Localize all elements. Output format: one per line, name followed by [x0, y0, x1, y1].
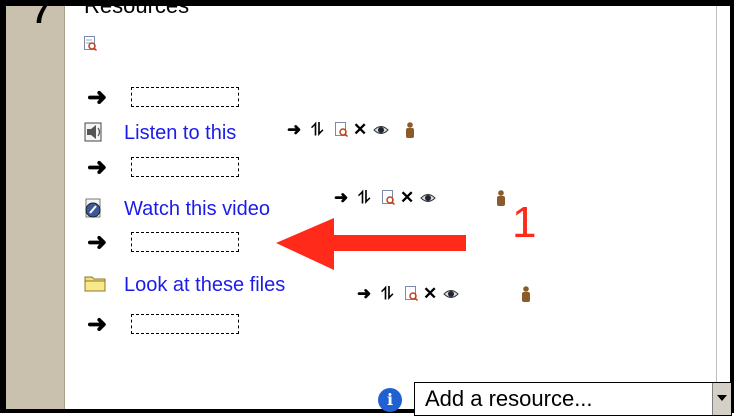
course-section-frame: 7 Resources ➜ ➜ ➜ ➜ Listen to this ➜ ⥮ ✕… — [0, 0, 734, 416]
resource-link-video[interactable]: Watch this video — [124, 198, 270, 221]
edit-icon[interactable] — [382, 190, 395, 205]
section-number-column: 7 — [6, 0, 65, 409]
move-target-row[interactable]: ➜ — [87, 231, 247, 255]
visibility-eye-icon[interactable] — [420, 191, 436, 205]
group-mode-person-icon[interactable] — [496, 190, 506, 206]
delete-icon[interactable]: ✕ — [353, 120, 367, 140]
move-here-arrow-icon: ➜ — [87, 311, 108, 338]
move-updown-icon[interactable]: ⥮ — [311, 120, 323, 140]
add-resource-select[interactable]: Add a resource... — [414, 382, 732, 416]
section-title: Resources — [84, 0, 190, 18]
move-target-box[interactable] — [131, 232, 239, 252]
audio-icon — [84, 122, 102, 142]
move-target-row[interactable]: ➜ — [87, 86, 247, 110]
move-here-arrow-icon: ➜ — [87, 154, 108, 181]
move-target-box[interactable] — [131, 157, 239, 177]
resource-edit-tools: ➜ ⥮ ✕ — [357, 284, 547, 304]
move-target-box[interactable] — [131, 87, 239, 107]
move-here-arrow-icon: ➜ — [87, 84, 108, 111]
group-mode-person-icon[interactable] — [521, 286, 531, 302]
resource-item-folder: Look at these files — [84, 272, 344, 298]
info-help-icon[interactable]: i — [378, 388, 402, 412]
section-right-border — [716, 6, 717, 409]
resource-edit-tools: ➜ ⥮ ✕ — [334, 188, 524, 208]
folder-icon — [84, 276, 106, 292]
resource-edit-tools: ➜ ⥮ ✕ — [287, 120, 477, 140]
indent-right-icon[interactable]: ➜ — [357, 284, 371, 304]
annotation-number: 1 — [512, 198, 537, 247]
resource-link-listen[interactable]: Listen to this — [124, 122, 236, 145]
edit-icon[interactable] — [405, 286, 418, 301]
group-mode-person-icon[interactable] — [405, 122, 415, 138]
section-number: 7 — [32, 0, 50, 30]
resource-link-files[interactable]: Look at these files — [124, 274, 285, 297]
video-icon — [85, 198, 101, 218]
visibility-eye-icon[interactable] — [373, 123, 389, 137]
move-target-row[interactable]: ➜ — [87, 156, 247, 180]
add-resource-selected-value: Add a resource... — [425, 386, 593, 411]
visibility-eye-icon[interactable] — [443, 287, 459, 301]
delete-icon[interactable]: ✕ — [423, 284, 437, 304]
move-updown-icon[interactable]: ⥮ — [381, 284, 393, 304]
dropdown-button[interactable] — [712, 383, 731, 415]
frame-border-right — [730, 0, 734, 413]
delete-icon[interactable]: ✕ — [400, 188, 414, 208]
chevron-down-icon — [717, 395, 727, 401]
annotation-arrow-icon — [276, 218, 466, 270]
indent-right-icon[interactable]: ➜ — [287, 120, 301, 140]
edit-icon[interactable] — [335, 122, 348, 137]
move-target-row[interactable]: ➜ — [87, 313, 247, 337]
indent-right-icon[interactable]: ➜ — [334, 188, 348, 208]
move-here-arrow-icon: ➜ — [87, 229, 108, 256]
move-updown-icon[interactable]: ⥮ — [358, 188, 370, 208]
edit-summary-icon[interactable] — [84, 36, 97, 51]
move-target-box[interactable] — [131, 314, 239, 334]
resource-item-audio: Listen to this — [84, 120, 284, 146]
